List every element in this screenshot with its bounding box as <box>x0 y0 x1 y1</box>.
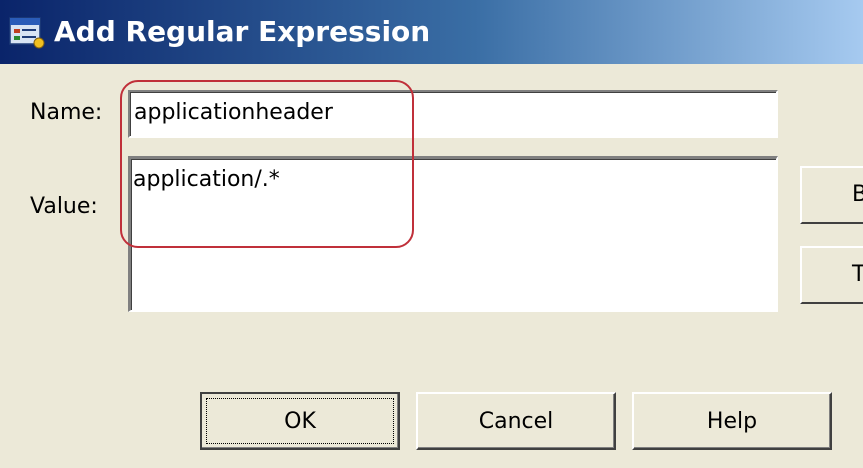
name-field[interactable]: applicationheader <box>128 90 778 138</box>
dialog-title: Add Regular Expression <box>54 15 431 48</box>
value-field[interactable]: application/.* <box>128 156 778 312</box>
help-button[interactable]: Help <box>632 392 832 450</box>
add-regular-expression-dialog: Add Regular Expression Name: application… <box>0 0 863 468</box>
title-bar[interactable]: Add Regular Expression <box>0 0 863 64</box>
name-label: Name: <box>30 100 103 125</box>
cancel-button[interactable]: Cancel <box>416 392 616 450</box>
ok-button[interactable]: OK <box>200 392 400 450</box>
build-button[interactable]: B <box>800 166 863 224</box>
regex-dialog-icon <box>9 17 45 49</box>
value-label: Value: <box>30 194 98 219</box>
test-button[interactable]: T <box>800 246 863 304</box>
